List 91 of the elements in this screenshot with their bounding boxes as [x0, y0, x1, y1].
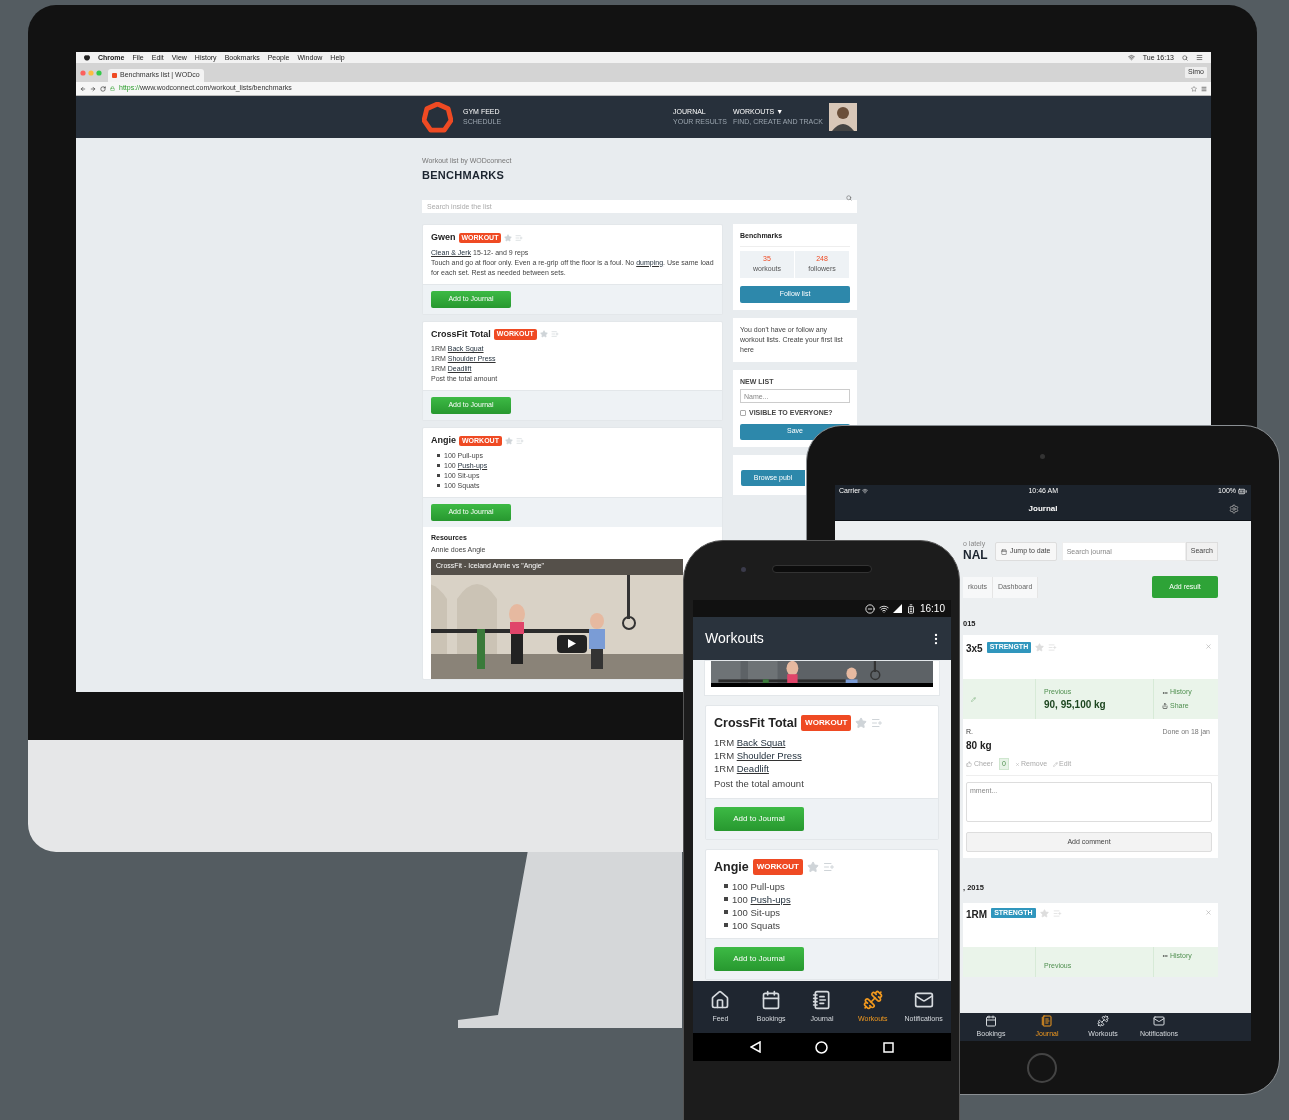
thumbs-up-icon [966, 761, 972, 767]
bullet-icon [724, 923, 728, 927]
list-plus-icon[interactable] [550, 330, 559, 339]
status-time: 16:10 [919, 602, 945, 616]
logo-icon[interactable] [422, 101, 453, 133]
share-icon [1162, 703, 1168, 709]
calendar-icon [1000, 548, 1007, 555]
home-button[interactable] [1027, 1053, 1057, 1083]
search-icon[interactable] [1182, 54, 1188, 61]
search-icon[interactable] [846, 195, 852, 201]
screen-title: Workouts [705, 629, 764, 648]
workout-title: CrossFit Total [714, 715, 798, 732]
wifi-icon[interactable] [1127, 54, 1135, 61]
list-plus-icon[interactable] [1048, 643, 1058, 653]
home-icon[interactable] [815, 1040, 829, 1054]
checkbox[interactable] [740, 410, 746, 417]
house-icon [710, 989, 731, 1010]
list-plus-icon[interactable] [822, 861, 835, 874]
close-icon[interactable] [1205, 643, 1212, 651]
link[interactable]: Back Squat [736, 736, 786, 748]
settings-icon[interactable] [1229, 503, 1239, 514]
envelope-icon [1153, 1014, 1165, 1027]
avatar-icon[interactable] [829, 103, 857, 131]
workout-title: Angie [431, 434, 456, 447]
signal-icon [892, 604, 902, 613]
workout-title: Angie [714, 858, 749, 876]
entry-title: 1RM [966, 907, 988, 922]
do-not-disturb-icon [864, 603, 875, 614]
wifi-icon [878, 603, 889, 614]
previous-result: 90, 95,100 kg [1044, 698, 1107, 712]
bullet-icon [437, 454, 440, 457]
exercise-line: 100 Push-ups [732, 892, 791, 906]
dumbbell-icon [862, 989, 883, 1010]
workout-tag: WORKOUT [752, 859, 803, 876]
workout-description: Post the total amount [714, 776, 805, 791]
pencil-icon[interactable] [971, 696, 976, 702]
menu-icon[interactable] [1201, 85, 1207, 92]
page-title: BENCHMARKS [422, 167, 506, 183]
forward-icon[interactable] [90, 85, 96, 92]
list-plus-icon[interactable] [1052, 908, 1062, 918]
bullet-icon [724, 884, 728, 888]
link[interactable]: Shoulder Press [736, 749, 802, 761]
bullet-icon [724, 910, 728, 914]
exercise-line: 100 Pull-ups [732, 879, 785, 893]
exercise-line: 1RM Shoulder Press [714, 748, 803, 762]
entry-result: 80 kg [966, 738, 993, 753]
screen-title: Journal [1028, 502, 1058, 515]
link[interactable]: Deadlift [736, 762, 769, 774]
favicon-icon [112, 73, 117, 78]
notebook-icon [812, 989, 832, 1010]
play-icon [568, 639, 576, 648]
reload-icon[interactable] [100, 85, 106, 92]
dumbbell-icon [1097, 1014, 1109, 1027]
remove-icon [1015, 761, 1020, 767]
list-plus-icon[interactable] [515, 436, 524, 445]
entry-title: 3x5 [966, 642, 983, 657]
close-icon[interactable] [1205, 908, 1212, 916]
workout-tag: WORKOUT [801, 715, 852, 732]
menu-icon[interactable] [1196, 54, 1203, 61]
pencil-icon [1053, 761, 1059, 767]
camera-icon [1040, 454, 1045, 459]
back-icon[interactable] [750, 1041, 762, 1053]
speaker-icon [772, 565, 872, 573]
calendar-icon [985, 1014, 997, 1027]
wifi-icon [862, 488, 869, 494]
window-controls-icon[interactable] [80, 69, 102, 76]
recents-icon[interactable] [882, 1041, 894, 1053]
workout-title: Gwen [431, 231, 456, 244]
list-plus-icon[interactable] [515, 233, 524, 242]
lock-icon [110, 86, 115, 91]
exercise-line: 100 Sit-ups [732, 905, 781, 919]
exercise-line: 100 Squats [732, 918, 781, 932]
battery-icon [1238, 486, 1247, 496]
bullet-icon [437, 484, 440, 487]
ellipsis-icon [1162, 952, 1168, 959]
exercise-line: 1RM Back Squat [714, 735, 787, 749]
camera-icon [741, 567, 746, 572]
battery-icon [905, 603, 916, 614]
ellipsis-icon [1162, 689, 1168, 696]
apple-icon[interactable] [84, 54, 90, 61]
exercise-line: 1RM Deadlift [714, 761, 770, 775]
list-plus-icon[interactable] [871, 717, 884, 730]
calendar-icon [761, 989, 782, 1010]
workout-title: CrossFit Total [431, 327, 491, 341]
page-title: NAL [963, 548, 988, 562]
star-icon[interactable] [1191, 85, 1197, 92]
bullet-icon [437, 474, 440, 477]
bullet-icon [724, 897, 728, 901]
bullet-icon [437, 464, 440, 467]
link[interactable]: Push-ups [750, 893, 791, 905]
notebook-icon [1041, 1014, 1053, 1027]
